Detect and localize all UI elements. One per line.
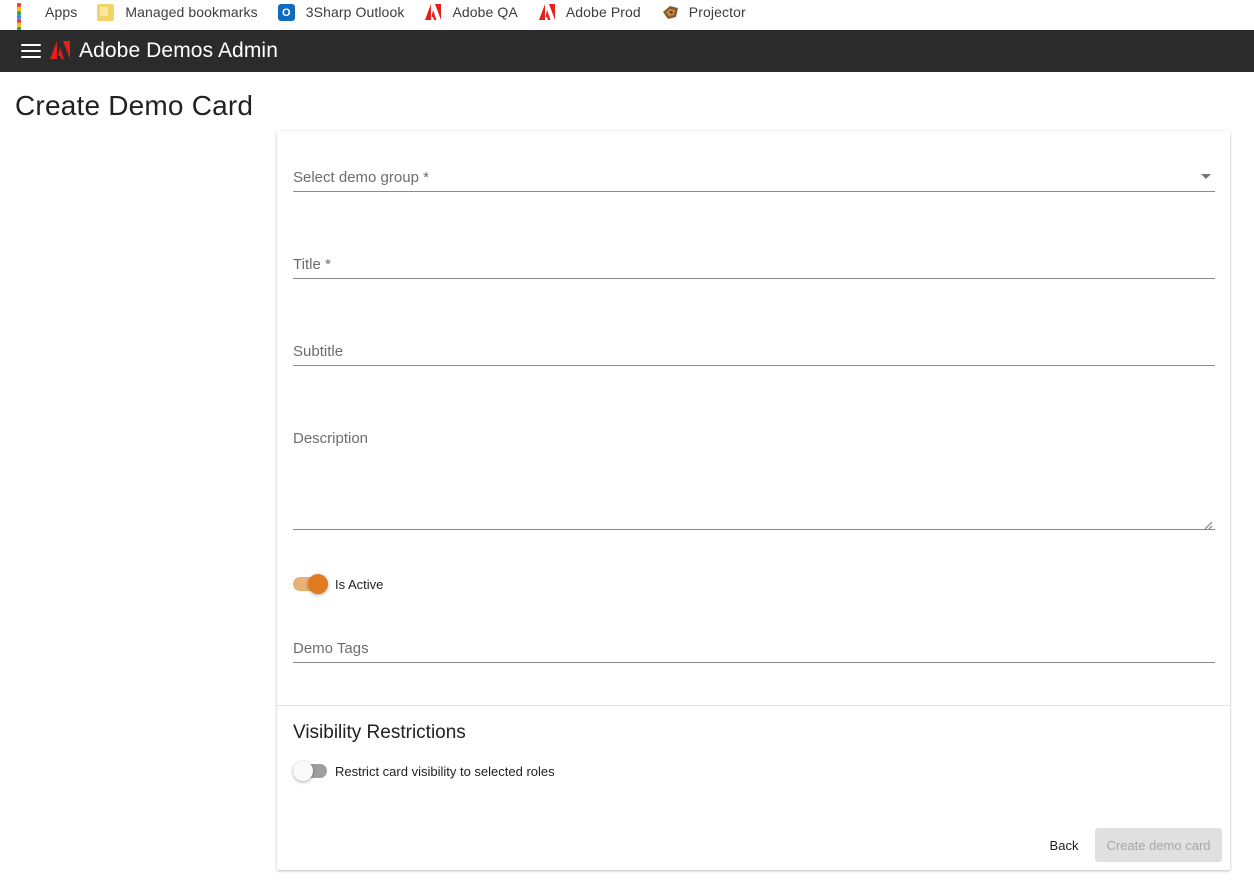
apps-grid-icon xyxy=(17,2,34,39)
section-divider xyxy=(277,705,1230,706)
bookmark-projector[interactable]: Projector xyxy=(661,4,746,24)
restrict-visibility-toggle[interactable]: Restrict card visibility to selected rol… xyxy=(293,761,555,781)
title-input[interactable]: Title * xyxy=(293,253,1215,279)
page-title: Create Demo Card xyxy=(15,90,254,121)
bookmark-adobe-prod[interactable]: Adobe Prod xyxy=(538,3,641,24)
bookmark-apps[interactable]: Apps xyxy=(17,2,78,39)
bookmarks-bar: Apps Managed bookmarks O 3Sharp Outlook … xyxy=(0,0,1254,39)
bookmark-label: Apps xyxy=(45,4,78,20)
adobe-icon xyxy=(538,3,555,20)
adobe-logo-icon xyxy=(50,41,70,59)
bookmark-label: Adobe QA xyxy=(452,4,518,20)
hamburger-menu-icon[interactable] xyxy=(21,44,41,58)
outlook-icon: O xyxy=(277,3,295,21)
bookmark-3sharp-outlook[interactable]: O 3Sharp Outlook xyxy=(277,3,405,24)
demo-tags-input[interactable]: Demo Tags xyxy=(293,637,1215,663)
projector-icon xyxy=(661,4,678,21)
back-button[interactable]: Back xyxy=(1039,828,1089,862)
bookmark-label: Projector xyxy=(688,4,746,20)
bookmark-adobe-qa[interactable]: Adobe QA xyxy=(424,3,518,24)
restrict-visibility-label: Restrict card visibility to selected rol… xyxy=(335,763,555,779)
demo-group-select[interactable]: Select demo group * xyxy=(293,166,1215,192)
app-title: Adobe Demos Admin xyxy=(79,39,278,62)
bookmark-label: Managed bookmarks xyxy=(125,4,258,20)
folder-icon xyxy=(97,3,115,21)
subtitle-input[interactable]: Subtitle xyxy=(293,340,1215,366)
demo-tags-label: Demo Tags xyxy=(293,640,369,657)
subtitle-label: Subtitle xyxy=(293,343,344,360)
is-active-label: Is Active xyxy=(335,576,384,592)
description-textarea[interactable]: Description xyxy=(293,427,1215,530)
is-active-switch[interactable] xyxy=(293,574,328,594)
bookmark-label: 3Sharp Outlook xyxy=(305,4,405,20)
app-bar: Adobe Demos Admin xyxy=(0,30,1254,72)
bookmark-label: Adobe Prod xyxy=(565,4,641,20)
create-demo-card-form: Select demo group * Title * Subtitle Des… xyxy=(277,131,1230,870)
dropdown-arrow-icon xyxy=(1201,174,1211,179)
description-label: Description xyxy=(293,430,369,447)
title-label: Title * xyxy=(293,256,331,273)
is-active-toggle[interactable]: Is Active xyxy=(293,574,383,594)
visibility-section-title: Visibility Restrictions xyxy=(293,722,466,743)
restrict-visibility-switch[interactable] xyxy=(293,761,328,781)
bookmark-managed-bookmarks[interactable]: Managed bookmarks xyxy=(97,3,258,24)
resize-handle-icon[interactable] xyxy=(1204,517,1213,530)
create-demo-card-button[interactable]: Create demo card xyxy=(1095,828,1222,862)
demo-group-label: Select demo group * xyxy=(293,169,429,186)
adobe-icon xyxy=(424,3,442,20)
